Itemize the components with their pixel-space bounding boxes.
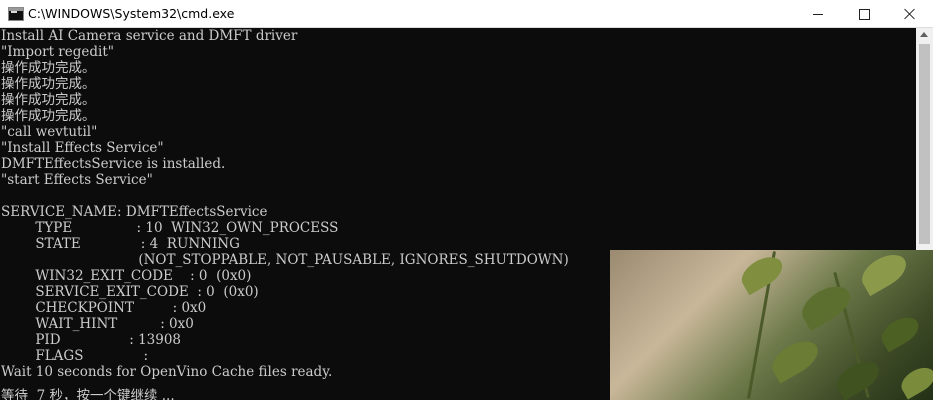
close-icon	[904, 8, 916, 20]
console-line: 操作成功完成。	[1, 60, 96, 76]
window-title: C:\WINDOWS\System32\cmd.exe	[28, 6, 235, 21]
leaf	[766, 334, 824, 384]
console-line: (NOT_STOPPABLE, NOT_PAUSABLE, IGNORES_SH…	[1, 252, 569, 268]
leaf	[736, 250, 788, 296]
console-line: Install AI Camera service and DMFT drive…	[1, 28, 298, 44]
leaf	[896, 362, 933, 400]
console-line: TYPE : 10 WIN32_OWN_PROCESS	[1, 220, 339, 236]
console-line: STATE : 4 RUNNING	[1, 236, 240, 252]
maximize-button[interactable]	[841, 0, 887, 28]
leaf	[856, 250, 912, 297]
console-line: PID : 13908	[1, 332, 182, 348]
console-line: 操作成功完成。	[1, 92, 96, 108]
scrollbar-thumb[interactable]	[919, 44, 930, 244]
console-line: "call wevtutil"	[1, 124, 98, 140]
leaf	[876, 311, 924, 353]
close-button[interactable]	[887, 0, 933, 28]
console-line: FLAGS :	[1, 348, 149, 364]
console-line: 等待 7 秒，按一个键继续 ...	[1, 388, 175, 400]
console-line: "Import regedit"	[1, 44, 114, 60]
minimize-button[interactable]	[795, 0, 841, 28]
minimize-icon	[813, 13, 823, 15]
console-line: 操作成功完成。	[1, 108, 96, 124]
console-icon[interactable]	[8, 7, 24, 21]
console-line: Wait 10 seconds for OpenVino Cache files…	[1, 364, 333, 380]
console-line: SERVICE_EXIT_CODE : 0 (0x0)	[1, 284, 259, 300]
console-line: WIN32_EXIT_CODE : 0 (0x0)	[1, 268, 252, 284]
console-line: "Install Effects Service"	[1, 140, 164, 156]
console-line: CHECKPOINT : 0x0	[1, 300, 207, 316]
console-line: WAIT_HINT : 0x0	[1, 316, 194, 332]
title-bar[interactable]: C:\WINDOWS\System32\cmd.exe	[0, 0, 933, 28]
console-line: DMFTEffectsService is installed.	[1, 156, 226, 172]
maximize-icon	[858, 8, 870, 20]
console-line: "start Effects Service"	[1, 172, 153, 188]
console-line: 操作成功完成。	[1, 76, 96, 92]
console-line: SERVICE_NAME: DMFTEffectsService	[1, 204, 268, 220]
video-overlay-image	[610, 250, 933, 400]
arrow-up-icon[interactable]	[920, 32, 928, 37]
